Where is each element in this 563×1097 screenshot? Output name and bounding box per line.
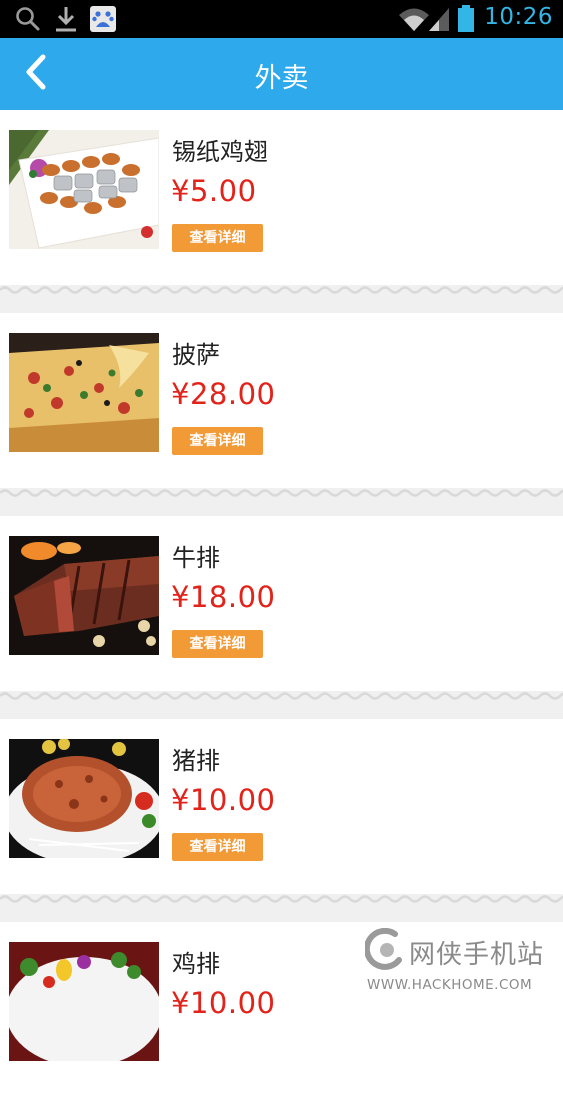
item-name: 鸡排 xyxy=(172,950,220,978)
food-photo-pizza xyxy=(9,333,159,452)
item-name: 披萨 xyxy=(172,341,220,369)
list-item[interactable]: 猪排 ¥10.00 查看详细 xyxy=(0,719,563,894)
wifi-icon xyxy=(398,6,430,36)
list-item[interactable]: 锡纸鸡翅 ¥5.00 查看详细 xyxy=(0,110,563,285)
watermark-en: WWW.HACKHOME.COM xyxy=(367,977,533,993)
clock: 10:26 xyxy=(484,4,553,30)
food-photo-wings xyxy=(9,130,159,249)
view-details-button[interactable]: 查看详细 xyxy=(172,833,263,861)
item-price: ¥28.00 xyxy=(171,377,276,411)
view-details-button[interactable]: 查看详细 xyxy=(172,224,263,252)
item-name: 牛排 xyxy=(172,544,220,572)
status-bar: 10:26 xyxy=(0,0,563,38)
divider xyxy=(0,894,563,922)
signal-icon xyxy=(427,6,451,36)
battery-icon xyxy=(457,5,475,37)
page-title: 外卖 xyxy=(254,63,309,94)
watermark-cn: 网侠手机站 xyxy=(409,940,545,970)
baidu-icon xyxy=(89,5,117,37)
watermark: 网侠手机站 WWW.HACKHOME.COM xyxy=(363,927,555,998)
item-price: ¥10.00 xyxy=(171,986,276,1020)
divider xyxy=(0,285,563,313)
view-details-button[interactable]: 查看详细 xyxy=(172,630,263,658)
food-photo-steak xyxy=(9,536,159,655)
search-icon xyxy=(14,5,42,37)
download-icon xyxy=(52,5,80,37)
divider xyxy=(0,691,563,719)
hackhome-logo-icon xyxy=(363,927,407,978)
item-price: ¥5.00 xyxy=(171,174,257,208)
item-name: 锡纸鸡翅 xyxy=(172,138,268,166)
list-item[interactable]: 披萨 ¥28.00 查看详细 xyxy=(0,313,563,488)
item-price: ¥10.00 xyxy=(171,783,276,817)
item-price: ¥18.00 xyxy=(171,580,276,614)
divider xyxy=(0,488,563,516)
view-details-button[interactable]: 查看详细 xyxy=(172,427,263,455)
food-photo-pork-chop xyxy=(9,739,159,858)
app-header: 外卖 xyxy=(0,38,563,110)
item-name: 猪排 xyxy=(172,747,220,775)
list-item[interactable]: 牛排 ¥18.00 查看详细 xyxy=(0,516,563,691)
